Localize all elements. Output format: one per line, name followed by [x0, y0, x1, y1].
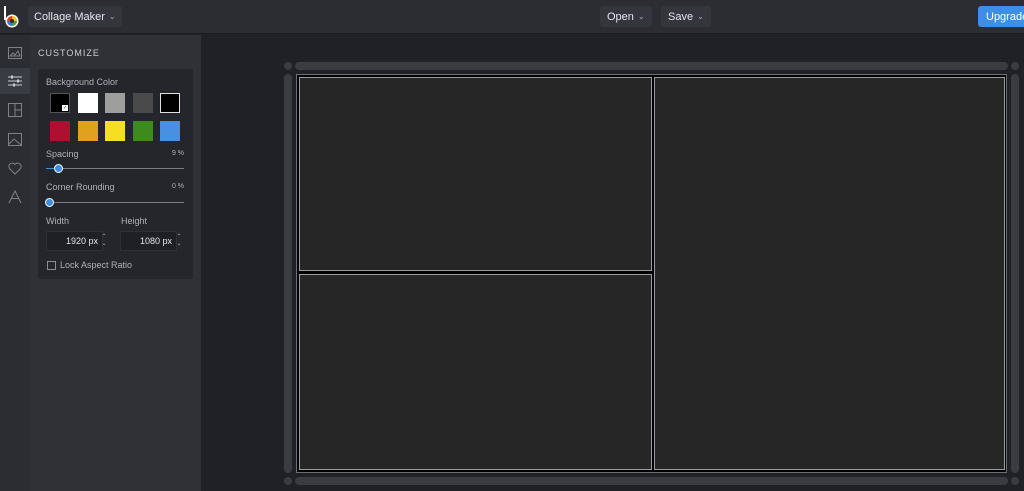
- corner-rounding-label: Corner Rounding: [46, 182, 115, 192]
- swatch-black[interactable]: ✓: [50, 93, 70, 113]
- rail-item-stickers[interactable]: [0, 155, 30, 181]
- upgrade-button[interactable]: Upgrade: [978, 6, 1024, 27]
- image-icon: [8, 47, 22, 59]
- sliders-icon: [8, 75, 22, 87]
- swatch-green[interactable]: [133, 121, 153, 141]
- save-label: Save: [668, 10, 694, 23]
- rail-item-layouts[interactable]: [0, 97, 30, 123]
- tool-rail: [0, 35, 30, 491]
- app-menu-label: Collage Maker: [34, 10, 105, 23]
- rail-item-image[interactable]: [0, 40, 30, 66]
- chevron-up-icon[interactable]: ⌃: [101, 234, 106, 241]
- upgrade-label: Upgrade: [986, 10, 1024, 23]
- spacing-slider-thumb[interactable]: [54, 164, 63, 173]
- panel-title: CUSTOMIZE: [38, 48, 100, 58]
- photo-icon: [8, 132, 22, 146]
- spacing-slider[interactable]: [46, 164, 184, 173]
- canvas-area: [201, 35, 1024, 491]
- chevron-down-icon[interactable]: ⌄: [101, 241, 106, 248]
- spacing-label: Spacing: [46, 149, 79, 159]
- collage-cell-top-left[interactable]: [299, 77, 652, 271]
- width-input[interactable]: 1920 px: [46, 231, 103, 251]
- chevron-down-icon: ⌄: [108, 12, 116, 21]
- corner-rounding-value: 0 %: [171, 183, 184, 190]
- height-label: Height: [121, 216, 148, 226]
- swatch-orange[interactable]: [78, 121, 98, 141]
- customize-card: Background Color ✓ Spacing 9 % Corner Ro…: [38, 69, 193, 279]
- corner-rounding-slider[interactable]: [45, 198, 184, 207]
- left-row-ruler[interactable]: [284, 74, 292, 473]
- handle-dot: [1011, 477, 1019, 485]
- width-stepper[interactable]: ⌃ ⌄: [100, 231, 108, 251]
- swatch-dark-gray[interactable]: [133, 93, 153, 113]
- spacing-value: 9 %: [171, 150, 184, 157]
- swatch-red[interactable]: [50, 121, 70, 141]
- heart-icon: [8, 162, 22, 175]
- lock-aspect-ratio-label: Lock Aspect Ratio: [60, 260, 133, 270]
- customize-panel: CUSTOMIZE Background Color ✓ Spacing 9 %…: [30, 35, 201, 491]
- corner-rounding-slider-thumb[interactable]: [45, 198, 54, 207]
- text-icon: [8, 190, 22, 204]
- swatch-gray[interactable]: [105, 93, 125, 113]
- open-menu-button[interactable]: Open ⌄: [600, 6, 652, 27]
- chevron-up-icon[interactable]: ⌃: [176, 234, 181, 241]
- handle-dot: [1011, 62, 1019, 70]
- top-bar: Collage Maker ⌄ Open ⌄ Save ⌄ Upgrade: [0, 0, 1024, 34]
- top-column-ruler[interactable]: [295, 62, 1008, 70]
- height-input[interactable]: 1080 px: [120, 231, 177, 251]
- rail-item-backgrounds[interactable]: [0, 126, 30, 152]
- width-label: Width: [46, 216, 70, 226]
- swatch-black-outlined[interactable]: [160, 93, 180, 113]
- bottom-column-ruler[interactable]: [295, 477, 1008, 485]
- collage-cell-right[interactable]: [654, 77, 1005, 470]
- lock-aspect-ratio-checkbox[interactable]: [47, 261, 56, 270]
- chevron-down-icon: ⌄: [697, 12, 704, 21]
- swatch-yellow[interactable]: [105, 121, 125, 141]
- handle-dot: [284, 477, 292, 485]
- swatch-blue[interactable]: [160, 121, 180, 141]
- save-menu-button[interactable]: Save ⌄: [661, 6, 711, 27]
- open-label: Open: [607, 10, 634, 23]
- layout-icon: [8, 103, 22, 117]
- rail-item-text[interactable]: [0, 184, 30, 210]
- app-menu-button[interactable]: Collage Maker ⌄: [28, 6, 122, 27]
- rail-item-customize[interactable]: [0, 68, 30, 94]
- handle-dot: [284, 62, 292, 70]
- collage-cell-bottom-left[interactable]: [299, 274, 652, 470]
- chevron-down-icon: ⌄: [637, 12, 645, 21]
- check-icon: ✓: [62, 105, 68, 111]
- swatch-white[interactable]: [78, 93, 98, 113]
- background-color-label: Background Color: [46, 77, 119, 87]
- right-row-ruler[interactable]: [1011, 74, 1019, 473]
- chevron-down-icon[interactable]: ⌄: [176, 241, 181, 248]
- height-stepper[interactable]: ⌃ ⌄: [175, 231, 183, 251]
- collage-canvas: [296, 74, 1007, 473]
- app-logo-icon[interactable]: [3, 6, 21, 28]
